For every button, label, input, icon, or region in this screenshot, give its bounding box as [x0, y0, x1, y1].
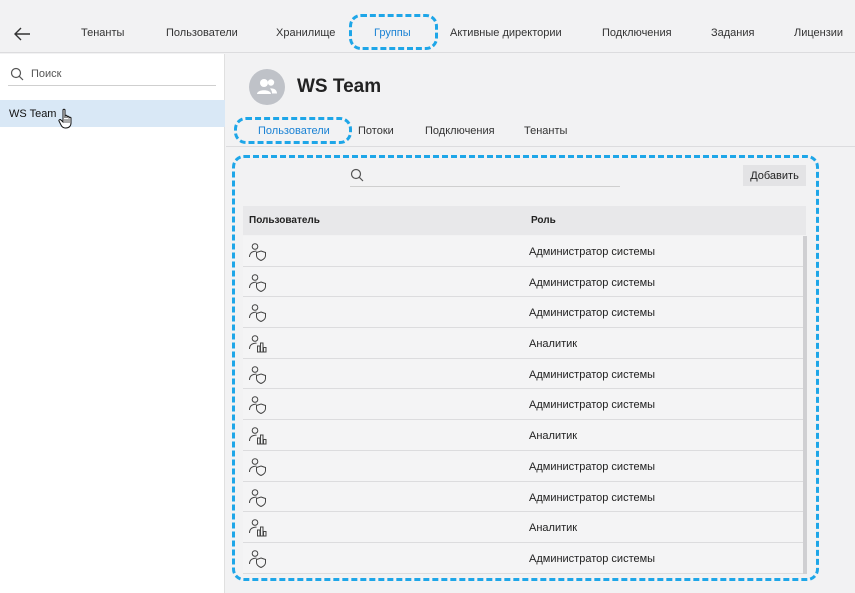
nav-tab-users[interactable]: Пользователи: [166, 27, 238, 39]
tab-divider: [226, 146, 855, 147]
table-row[interactable]: Аналитик: [243, 512, 803, 543]
user-chart-icon: [249, 427, 267, 445]
table-row[interactable]: Администратор системы: [243, 358, 803, 390]
table-row[interactable]: Аналитик: [243, 328, 803, 359]
tab-connections[interactable]: Подключения: [425, 125, 495, 137]
table-row[interactable]: Администратор системы: [243, 389, 803, 421]
table-header: Пользователь Роль: [243, 206, 806, 235]
user-shield-icon: [249, 273, 266, 292]
group-avatar: [249, 69, 285, 105]
role-cell: Администратор системы: [529, 276, 656, 289]
column-header-role[interactable]: Роль: [531, 215, 556, 226]
tab-users[interactable]: Пользователи: [258, 125, 330, 137]
back-arrow-icon[interactable]: [12, 24, 32, 44]
table-row[interactable]: Администратор системы: [243, 542, 803, 574]
user-shield-icon: [249, 458, 266, 476]
tab-flows[interactable]: Потоки: [358, 125, 394, 137]
group-users-icon: [257, 79, 277, 94]
top-nav: Тенанты Пользователи Хранилище Группы Ак…: [0, 0, 855, 53]
role-cell: Аналитик: [529, 338, 578, 351]
role-cell: Администратор системы: [529, 368, 656, 381]
column-header-user[interactable]: Пользователь: [249, 215, 320, 226]
user-shield-icon: [249, 488, 266, 507]
table-search-input[interactable]: [350, 166, 620, 187]
table-row[interactable]: Администратор системы: [243, 481, 803, 513]
nav-tab-active-directories[interactable]: Активные директории: [450, 27, 562, 39]
sidebar-item-label: WS Team: [9, 108, 57, 120]
sidebar-search[interactable]: Поиск: [8, 65, 216, 86]
nav-tab-licenses[interactable]: Лицензии: [794, 27, 843, 39]
user-shield-icon: [249, 396, 266, 415]
role-cell: Аналитик: [529, 430, 578, 443]
add-button[interactable]: Добавить: [743, 165, 806, 186]
user-chart-icon: [249, 335, 267, 353]
role-cell: Администратор системы: [529, 307, 656, 320]
table-row[interactable]: Администратор системы: [243, 297, 803, 329]
sidebar: Поиск WS Team: [0, 54, 225, 593]
nav-tab-groups[interactable]: Группы: [374, 27, 411, 39]
role-cell: Администратор системы: [529, 246, 656, 258]
role-cell: Администратор системы: [529, 552, 656, 565]
table-row[interactable]: Администратор системы: [243, 266, 803, 298]
nav-tab-storage[interactable]: Хранилище: [276, 27, 335, 39]
role-cell: Аналитик: [529, 522, 578, 535]
users-table-body: Администратор системы Администратор систе…: [243, 236, 803, 574]
user-shield-icon: [249, 304, 266, 323]
user-chart-icon: [249, 519, 267, 537]
role-cell: Администратор системы: [529, 399, 656, 412]
user-shield-icon: [249, 243, 266, 261]
nav-tab-connections[interactable]: Подключения: [602, 27, 672, 39]
user-shield-icon: [249, 550, 266, 568]
search-icon: [350, 168, 364, 182]
search-icon: [10, 67, 24, 81]
page-title: WS Team: [297, 76, 382, 97]
user-shield-icon: [249, 365, 266, 384]
tab-tenants[interactable]: Тенанты: [524, 125, 567, 137]
nav-tab-tasks[interactable]: Задания: [711, 27, 754, 39]
table-row[interactable]: Администратор системы: [243, 450, 803, 482]
sidebar-item-ws-team[interactable]: WS Team: [0, 100, 225, 127]
table-row[interactable]: Аналитик: [243, 420, 803, 451]
sidebar-search-placeholder: Поиск: [31, 68, 62, 80]
table-scrollbar[interactable]: [803, 236, 807, 574]
table-row[interactable]: Администратор системы: [243, 236, 803, 267]
role-cell: Администратор системы: [529, 491, 656, 504]
nav-tab-tenants[interactable]: Тенанты: [81, 27, 124, 39]
role-cell: Администратор системы: [529, 460, 656, 473]
hand-cursor-icon: [58, 108, 72, 129]
